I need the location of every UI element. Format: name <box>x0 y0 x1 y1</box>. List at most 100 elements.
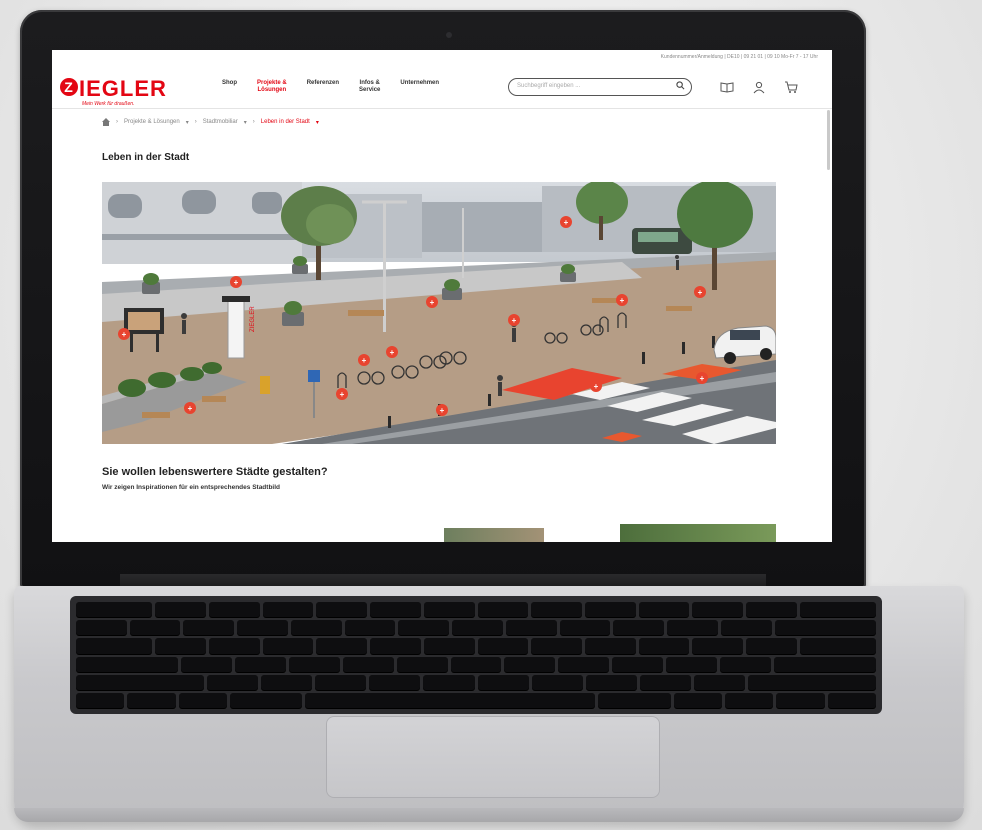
keyboard-key <box>262 638 314 654</box>
keyboard-key <box>180 656 232 672</box>
hotspot-plus-icon: + <box>234 278 239 287</box>
keyboard-key <box>183 620 235 636</box>
keyboard-key <box>531 674 583 690</box>
hotspot-plus-icon: + <box>698 288 703 297</box>
logo-tagline: Mein Werk für draußen. <box>82 101 135 107</box>
breadcrumb-item-projects[interactable]: Projekte & Lösungen <box>124 119 180 125</box>
nav-item-service[interactable]: Infos & Service <box>359 80 380 94</box>
keyboard-key <box>585 674 637 690</box>
account-info-bar[interactable]: Kundennummer/Anmeldung | DE10 | 09 21 01… <box>661 54 818 60</box>
keyboard-key <box>531 638 582 654</box>
keyboard-key <box>423 674 475 690</box>
keyboard-key <box>370 602 421 618</box>
main-nav: Shop Projekte & Lösungen Referenzen Info… <box>222 80 439 94</box>
keyboard-key <box>208 638 260 654</box>
keyboard-key <box>504 656 556 672</box>
keyboard-key <box>505 620 557 636</box>
keyboard-key <box>452 620 503 636</box>
keyboard-key <box>746 602 797 618</box>
keyboard-key <box>76 656 178 672</box>
keyboard-key <box>639 674 692 690</box>
keyboard-key <box>666 656 718 672</box>
hotspot-plus-icon: + <box>620 296 625 305</box>
hotspot-plus-icon: + <box>430 298 435 307</box>
keyboard-key <box>692 638 744 654</box>
keyboard-row <box>76 602 876 618</box>
breadcrumb-item-furniture[interactable]: Stadtmobiliar <box>203 119 238 125</box>
hotspot-plus-icon: + <box>700 374 705 383</box>
hotspot-plus-icon: + <box>440 406 445 415</box>
keyboard-key <box>76 692 125 709</box>
nav-item-company[interactable]: Unternehmen <box>400 80 439 94</box>
nav-item-references[interactable]: Referenzen <box>307 80 339 94</box>
hotspot-plus-icon: + <box>594 382 599 391</box>
chevron-down-icon[interactable]: ▾ <box>244 119 247 126</box>
keyboard-key <box>477 674 529 690</box>
breadcrumb-separator: › <box>252 119 255 125</box>
keyboard-key <box>477 602 529 618</box>
nav-item-shop[interactable]: Shop <box>222 80 237 94</box>
keyboard-key <box>720 620 772 636</box>
catalog-icon[interactable] <box>720 80 734 94</box>
hotspot-plus-icon: + <box>362 356 367 365</box>
keyboard-key <box>76 674 204 690</box>
keyboard-key <box>155 602 206 618</box>
keyboard-key <box>370 638 421 654</box>
breadcrumb-separator: › <box>116 119 118 125</box>
keyboard-key <box>638 638 690 654</box>
search-icon[interactable] <box>676 81 685 90</box>
keyboard-key <box>725 692 774 709</box>
keyboard-key <box>76 620 127 636</box>
cart-icon[interactable] <box>784 80 798 94</box>
keyboard-key <box>229 692 303 709</box>
scrollbar[interactable] <box>827 110 830 170</box>
keyboard-key <box>369 674 421 690</box>
city-scene-illustration: ZIEGLER + + + + + + + + + + + + + + <box>102 182 776 444</box>
site-header: Z IEGLER Mein Werk für draußen. Shop Proj… <box>52 62 832 109</box>
account-icon[interactable] <box>752 80 766 94</box>
keyboard-key <box>558 656 610 672</box>
section-title: Sie wollen lebenswertere Städte gestalte… <box>102 466 328 478</box>
breadcrumb-item-current[interactable]: Leben in der Stadt <box>261 119 310 125</box>
keyboard-key <box>799 602 876 618</box>
keyboard-key <box>584 602 636 618</box>
keyboard-key <box>423 602 475 618</box>
webcam <box>446 32 452 38</box>
keyboard-key <box>638 602 690 618</box>
logo-initial: Z <box>60 78 78 96</box>
keyboard-key <box>774 620 877 636</box>
page-title: Leben in der Stadt <box>102 152 190 163</box>
keyboard-key <box>234 656 286 672</box>
chevron-down-icon[interactable]: ▾ <box>316 119 319 126</box>
keyboard-key <box>316 602 368 618</box>
keyboard-key <box>776 692 825 709</box>
keyboard-key <box>288 656 340 672</box>
keyboard-key <box>127 692 176 709</box>
keyboard-row <box>76 620 877 636</box>
keyboard-key <box>178 692 227 709</box>
keyboard-key <box>774 656 877 672</box>
search-input[interactable]: Suchbegriff eingeben ... <box>508 78 692 96</box>
hotspot-plus-icon: + <box>512 316 517 325</box>
ziegler-logo[interactable]: Z IEGLER Mein Werk für draußen. <box>60 76 190 107</box>
chevron-down-icon[interactable]: ▾ <box>186 119 189 126</box>
keyboard-row <box>76 638 876 654</box>
keyboard-key <box>531 602 582 618</box>
keyboard-key <box>237 620 288 636</box>
home-icon[interactable] <box>102 118 110 126</box>
keyboard-key <box>746 638 797 654</box>
keyboard-key <box>260 674 313 690</box>
hotspot-plus-icon: + <box>564 218 569 227</box>
breadcrumb-separator: › <box>194 119 197 125</box>
nav-item-projects[interactable]: Projekte & Lösungen <box>257 80 287 94</box>
teaser-image[interactable] <box>620 524 776 542</box>
keyboard-key <box>76 602 153 618</box>
hotspot-plus-icon: + <box>188 404 193 413</box>
keyboard-row <box>76 656 877 672</box>
teaser-image[interactable] <box>444 528 544 542</box>
keyboard-key <box>477 638 529 654</box>
keyboard-row <box>76 692 876 709</box>
breadcrumb: › Projekte & Lösungen ▾ › Stadtmobiliar … <box>102 118 319 126</box>
keyboard-key <box>827 692 876 709</box>
keyboard-key <box>208 602 260 618</box>
